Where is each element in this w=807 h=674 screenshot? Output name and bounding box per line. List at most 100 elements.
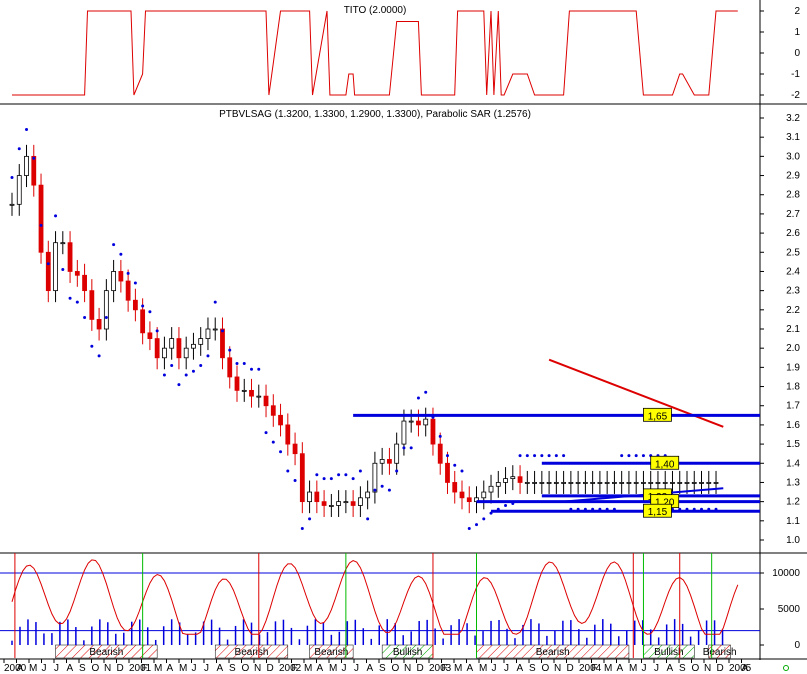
sar-dot [634,454,638,458]
x-tick-label: J [342,663,347,674]
sar-dot [525,454,529,458]
candle-body [140,309,146,334]
candle-body [256,395,262,398]
sar-dot [308,517,312,521]
price-tick-label: 1.6 [786,420,800,431]
sar-dot [46,262,50,266]
price-tick-label: 3.1 [786,132,800,143]
sar-dot [279,450,283,454]
tito-tick-label: 1 [794,27,800,38]
regime-label: Bearish [703,647,737,658]
sar-dot [351,477,355,481]
sar-dot [257,367,261,371]
x-tick-label: J [654,663,659,674]
price-tick-label: 3.2 [786,113,800,124]
sar-dot [264,431,268,435]
sar-dot [155,329,159,333]
candle-body [249,389,254,397]
price-tick-label: 1.2 [786,497,800,508]
sar-dot [424,390,428,394]
x-tick-label: J [54,663,59,674]
sar-dot [83,315,87,319]
x-tick-label: N [704,663,711,674]
candle-body [169,338,175,349]
x-tick-label: D [117,663,124,674]
candle-body [459,491,465,499]
x-tick-label: O [692,663,700,674]
candle-body [379,459,385,464]
candle-body [147,332,153,339]
candle-body [488,485,494,493]
candle-body [89,290,95,320]
sar-dot [90,344,94,348]
candle-body [220,328,225,359]
candle-body [307,491,312,503]
candle-body [38,184,44,253]
x-tick-label: A [467,663,474,674]
price-tick-label: 2.4 [786,266,800,277]
x-tick-label: 2000 [4,663,27,674]
sar-dot [242,362,246,366]
candle-body [452,482,458,493]
price-tick-label: 1.1 [786,516,800,527]
sar-dot [228,348,232,352]
candle-body [677,482,683,484]
candle-body [691,482,697,484]
candle-body [198,338,204,345]
sar-dot [191,369,195,373]
candle-body [372,462,378,493]
x-tick-label: J [204,663,209,674]
candle-body [60,242,66,245]
candle-body [321,501,327,506]
x-tick-label: F [142,663,148,674]
x-tick-label: F [442,663,448,674]
x-tick-label: D [717,663,724,674]
candle-body [263,395,269,407]
candle-body [466,497,472,503]
x-tick-label: J [642,663,647,674]
sar-dot [402,446,406,450]
x-tick-label: S [229,663,236,674]
price-tick-label: 2.1 [786,324,800,335]
candle-body [278,414,283,426]
candle-body [183,347,189,359]
sar-dot [620,454,624,458]
x-tick-label: A [617,663,624,674]
x-tick-label: M [629,663,637,674]
price-tick-label: 2.9 [786,171,800,182]
candle-body [597,482,603,484]
candle-body [633,482,639,484]
sar-dot [554,454,558,458]
price-candles [9,144,719,517]
tito-tick-label: 2 [794,6,800,17]
sar-dot [119,252,123,256]
candle-body [641,482,646,484]
candle-body [430,418,436,445]
candle-body [699,482,704,484]
candle-body [292,443,298,455]
x-tick-label: S [379,663,386,674]
x-tick-label: F [292,663,298,674]
sar-dot [460,469,464,473]
sar-dot [148,310,152,314]
sar-dot [518,454,522,458]
sar-dot [344,473,348,477]
price-title: PTBVLSAG (1.3200, 1.3300, 1.2900, 1.3300… [219,109,531,120]
x-tick-label: M [479,663,487,674]
sar-dot [482,517,486,521]
price-tick-label: 2.8 [786,190,800,201]
candle-body [212,328,218,331]
candle-body [176,338,182,359]
volume-tick-label: 5000 [778,604,801,615]
sar-dot [547,454,551,458]
sar-dot [627,454,631,458]
sar-dot [10,175,14,179]
candle-body [67,242,73,272]
sar-dot [337,473,341,477]
sar-dot [235,362,239,366]
price-y-ticks: 3.2 3.1 3.0 2.9 2.8 2.7 2.6 2.5 2.4 2.3 2.2 2.1 2.0 1… [760,113,800,546]
x-tick-label: A [367,663,374,674]
status-dot-icon [783,665,789,671]
sar-dot [17,147,21,151]
candle-body [162,347,167,359]
